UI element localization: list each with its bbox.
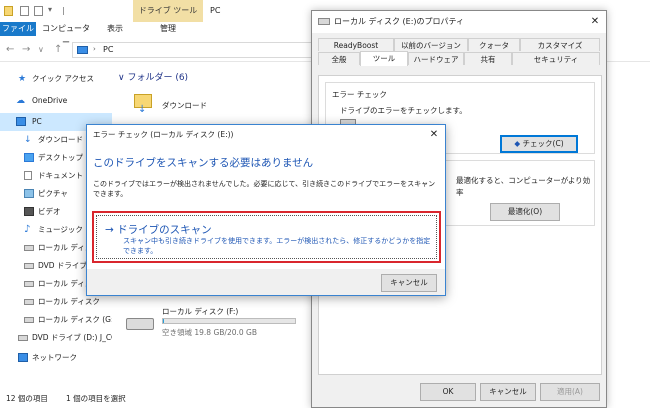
close-icon[interactable]: ✕	[425, 125, 443, 145]
sidebar-item-local-disk-g[interactable]: ローカル ディスク (G:)	[0, 311, 112, 329]
music-note-icon: ♪	[24, 224, 31, 235]
drive-icon	[24, 299, 34, 305]
error-check-footer: キャンセル	[87, 269, 445, 295]
status-item-count: 12 個の項目	[6, 394, 48, 403]
address-box[interactable]: › PC	[72, 42, 312, 58]
tab-security[interactable]: セキュリティ	[512, 52, 600, 65]
drive-icon	[24, 317, 34, 323]
drive-tools-context-tab: ドライブ ツール	[133, 0, 203, 22]
properties-title: ローカル ディスク (E:)のプロパティ	[334, 17, 465, 26]
folders-group-header[interactable]: ∨ フォルダー (6)	[118, 70, 188, 83]
video-icon	[24, 207, 34, 216]
desktop-icon	[24, 153, 34, 162]
tab-file[interactable]: ファイル	[0, 22, 36, 36]
pc-icon	[77, 46, 88, 54]
close-icon[interactable]: ✕	[586, 11, 604, 33]
sidebar-item-network[interactable]: ネットワーク	[0, 349, 112, 367]
download-arrow-icon: ↓	[138, 104, 147, 115]
quick-access-dropdown-icon[interactable]: ▾	[48, 5, 52, 14]
drive-f-usage-fill	[163, 319, 165, 323]
recent-dropdown-icon[interactable]: ∨	[38, 43, 44, 57]
scan-drive-description: スキャン中も引き続きドライブを使用できます。エラーが検出されたら、修正するかどう…	[123, 237, 431, 255]
optimize-button[interactable]: 最適化(O)	[490, 203, 560, 221]
picture-icon	[24, 189, 34, 198]
error-check-heading: このドライブをスキャンする必要はありません	[93, 157, 314, 169]
properties-icon[interactable]	[20, 6, 29, 16]
cancel-button[interactable]: キャンセル	[381, 274, 437, 292]
optimize-text: 最適化すると、コンピューターがより効	[456, 176, 591, 185]
folder-icon	[4, 6, 13, 16]
drive-icon	[318, 18, 330, 25]
error-check-dialog: エラー チェック (ローカル ディスク (E:)) ✕ このドライブをスキャンす…	[86, 124, 446, 296]
uac-shield-icon: ◆	[514, 139, 521, 148]
tab-tools[interactable]: ツール	[360, 51, 408, 66]
apply-button[interactable]: 適用(A)	[540, 383, 600, 401]
scan-drive-option[interactable]: → ドライブのスキャン スキャン中も引き続きドライブを使用できます。エラーが検出…	[96, 215, 437, 259]
props-cancel-button[interactable]: キャンセル	[480, 383, 536, 401]
drive-f-name[interactable]: ローカル ディスク (F:)	[162, 306, 238, 317]
check-button[interactable]: ◆ チェック(C)	[500, 135, 578, 153]
error-check-title: エラー チェック (ローカル ディスク (E:))	[93, 130, 234, 139]
dvd-drive-icon	[18, 335, 28, 341]
pc-icon	[16, 117, 26, 126]
tab-manage[interactable]: 管理	[140, 22, 196, 36]
back-icon[interactable]: ←	[6, 43, 14, 57]
network-icon	[18, 353, 28, 362]
error-check-titlebar: エラー チェック (ローカル ディスク (E:)) ✕	[87, 125, 445, 145]
optimize-text-2: 率	[456, 188, 464, 197]
download-arrow-icon: ↓	[24, 135, 32, 145]
new-folder-icon[interactable]	[34, 6, 43, 16]
scan-drive-title[interactable]: → ドライブのスキャン	[105, 222, 212, 237]
status-selected-count: 1 個の項目を選択	[66, 394, 126, 403]
ok-button[interactable]: OK	[420, 383, 476, 401]
tab-quota[interactable]: クォータ	[468, 38, 520, 51]
up-icon[interactable]: ↑	[54, 43, 62, 57]
properties-titlebar: ローカル ディスク (E:)のプロパティ ✕	[312, 11, 606, 33]
breadcrumb-chevron-icon: ›	[93, 45, 96, 53]
folder-downloads[interactable]: ダウンロード	[162, 100, 207, 111]
sidebar-item-quick-access[interactable]: ★ クイック アクセス	[0, 70, 112, 88]
tab-general[interactable]: 全般	[318, 52, 360, 65]
error-check-group-label: エラー チェック	[332, 90, 387, 99]
tab-readyboost[interactable]: ReadyBoost	[318, 38, 394, 51]
dvd-drive-icon	[24, 263, 34, 269]
sidebar-item-onedrive[interactable]: ☁ OneDrive	[0, 92, 112, 110]
star-icon: ★	[18, 74, 27, 84]
tab-computer[interactable]: コンピューター	[40, 22, 92, 47]
address-text: PC	[103, 45, 114, 54]
forward-icon[interactable]: →	[22, 43, 30, 57]
error-check-message: このドライブではエラーが検出されませんでした。必要に応じて、引き続きこのドライブ…	[93, 180, 436, 198]
sidebar-item-dvd-drive-d[interactable]: DVD ドライブ (D:) J_CCS	[0, 329, 112, 347]
drive-f-icon	[126, 318, 154, 330]
drive-f-space: 空き領域 19.8 GB/20.0 GB	[162, 328, 257, 337]
window-title: PC	[210, 6, 221, 15]
document-icon	[24, 171, 32, 180]
tab-previous-versions[interactable]: 以前のバージョン	[394, 38, 468, 51]
tab-view[interactable]: 表示	[100, 22, 130, 36]
error-check-text: ドライブのエラーをチェックします。	[340, 106, 467, 115]
scan-drive-highlight: → ドライブのスキャン スキャン中も引き続きドライブを使用できます。エラーが検出…	[92, 211, 441, 263]
drive-f-usage-bar	[162, 318, 296, 324]
drive-icon	[24, 281, 34, 287]
title-separator: |	[62, 6, 65, 15]
tab-sharing[interactable]: 共有	[464, 52, 512, 65]
drive-icon	[24, 245, 34, 251]
cloud-icon: ☁	[16, 96, 25, 106]
tab-customize[interactable]: カスタマイズ	[520, 38, 600, 51]
tab-hardware[interactable]: ハードウェア	[408, 52, 464, 65]
